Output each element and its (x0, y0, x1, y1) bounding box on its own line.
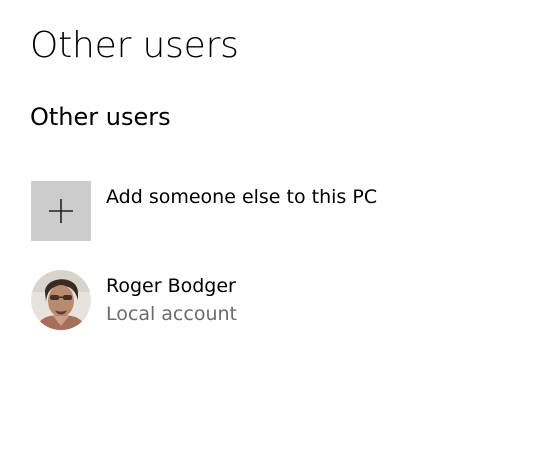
add-someone-else-button[interactable]: Add someone else to this PC (31, 181, 377, 241)
user-info: Roger Bodger Local account (106, 273, 237, 327)
plus-icon (49, 199, 73, 223)
section-title: Other users (30, 103, 171, 131)
add-someone-else-label: Add someone else to this PC (106, 186, 378, 208)
user-avatar (31, 270, 91, 330)
settings-page: Other users Other users Add someone else… (0, 0, 543, 460)
user-name: Roger Bodger (106, 275, 236, 297)
add-user-tile[interactable] (31, 181, 91, 241)
user-account-type: Local account (106, 303, 237, 325)
page-title: Other users (30, 25, 239, 66)
user-list-item[interactable]: Roger Bodger Local account (31, 270, 237, 330)
avatar-photo (31, 270, 91, 330)
